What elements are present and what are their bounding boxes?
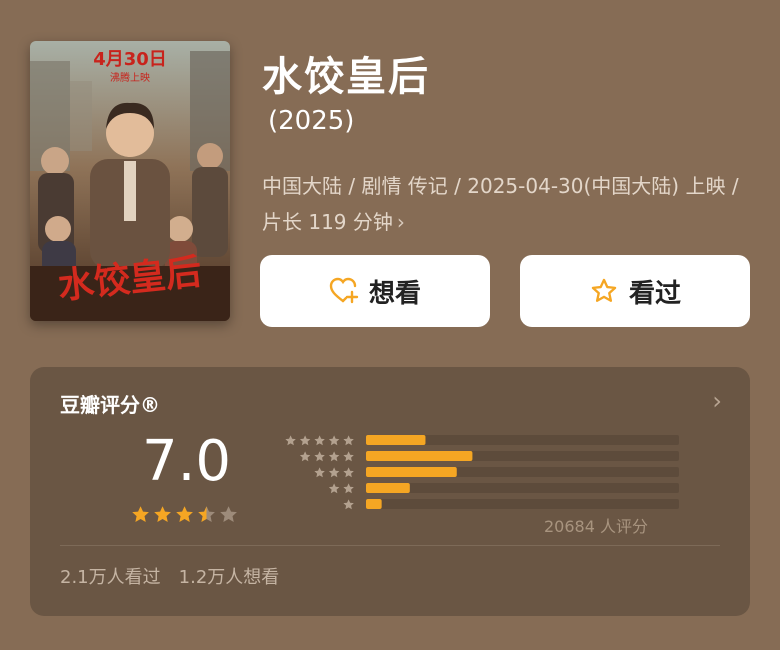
audience-stats: 2.1万人看过 1.2万人想看: [60, 563, 279, 589]
distribution-star-icon: [314, 467, 325, 478]
star-icon: [220, 506, 237, 522]
distribution-star-icon: [343, 467, 354, 478]
distribution-bar: [366, 499, 382, 509]
star-icon: [154, 506, 171, 522]
distribution-bar: [366, 483, 410, 493]
poster-tagline: 沸腾上映: [110, 71, 150, 84]
star-outline-icon: [591, 278, 617, 302]
rating-count: 20684 人评分: [544, 517, 648, 536]
rating-card[interactable]: 豆瓣评分® › 7.0 20684 人评分 2.1万人看过 1.2万人想看: [30, 367, 750, 616]
star-icon: [176, 506, 193, 522]
distribution-star-icon: [343, 435, 354, 446]
distribution-bar: [366, 451, 473, 461]
distribution-star-icon: [328, 467, 340, 478]
movie-poster[interactable]: 4月30日 沸腾上映 水饺皇后: [30, 41, 230, 321]
rating-header: 豆瓣评分®: [60, 393, 160, 417]
star-icon: [198, 506, 215, 522]
want-to-watch-label: 想看: [368, 278, 421, 309]
watched-count: 2.1万人看过: [60, 567, 161, 588]
movie-year: (2025): [268, 106, 355, 136]
distribution-star-icon: [314, 451, 325, 462]
movie-meta[interactable]: 中国大陆 / 剧情 传记 / 2025-04-30(中国大陆) 上映 / 片长 …: [262, 168, 762, 240]
poster-date: 4月30日: [93, 49, 167, 70]
distribution-star-icon: [343, 451, 354, 462]
heart-plus-icon: [329, 277, 359, 304]
watched-label: 看过: [628, 278, 681, 309]
distribution-star-icon: [285, 435, 296, 446]
distribution-star-icon: [299, 435, 311, 446]
chevron-right-icon[interactable]: ›: [712, 387, 722, 415]
distribution-star-icon: [343, 483, 354, 494]
want-count: 1.2万人想看: [178, 567, 280, 588]
distribution-star-icon: [328, 435, 340, 446]
movie-title: 水饺皇后: [262, 54, 430, 100]
rating-distribution: [285, 435, 679, 510]
divider: [60, 545, 720, 546]
distribution-star-icon: [314, 435, 325, 446]
distribution-star-icon: [343, 499, 354, 510]
rating-score: 7.0: [142, 429, 232, 494]
star-icon: [132, 506, 149, 522]
distribution-track: [366, 499, 679, 509]
watched-button[interactable]: 看过: [520, 255, 750, 327]
distribution-bar: [366, 467, 457, 477]
distribution-star-icon: [328, 483, 340, 494]
distribution-star-icon: [328, 451, 340, 462]
movie-meta-text: 中国大陆 / 剧情 传记 / 2025-04-30(中国大陆) 上映 / 片长 …: [262, 174, 739, 234]
distribution-star-icon: [299, 451, 311, 462]
want-to-watch-button[interactable]: 想看: [260, 255, 490, 327]
distribution-bar: [366, 435, 426, 445]
chevron-right-icon: ›: [396, 210, 405, 234]
rating-stars: [132, 506, 237, 522]
distribution-track: [366, 483, 679, 493]
